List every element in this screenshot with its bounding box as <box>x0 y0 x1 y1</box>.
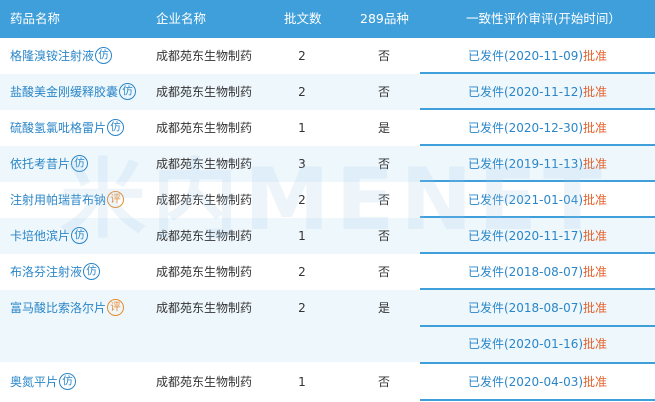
evaluation-status-link[interactable]: 已发件(2020-01-16)批准 <box>420 326 655 362</box>
variety-289-flag: 否 <box>377 265 390 279</box>
imitation-badge: 仿 <box>119 83 137 100</box>
company-name: 成都苑东生物制药 <box>156 301 253 315</box>
variety-289-flag: 否 <box>377 85 390 99</box>
drug-name-link[interactable]: 布洛芬注射液仿 <box>10 254 101 290</box>
column-header-evaluation: 一致性评价审评(开始时间） <box>466 11 621 26</box>
column-header-289: 289品种 <box>360 11 409 26</box>
company-name: 成都苑东生物制药 <box>156 85 253 99</box>
column-header-drug: 药品名称 <box>10 11 61 26</box>
company-name: 成都苑东生物制药 <box>156 193 253 207</box>
company-name: 成都苑东生物制药 <box>156 375 253 389</box>
batch-count: 2 <box>298 193 306 207</box>
variety-289-flag: 是 <box>377 301 390 315</box>
evaluation-status-link[interactable]: 已发件(2018-08-07)批准 <box>420 254 655 290</box>
batch-count: 1 <box>298 121 306 135</box>
evaluation-status-link[interactable]: 已发件(2020-12-30)批准 <box>420 110 655 146</box>
batch-count: 2 <box>298 301 306 315</box>
drug-name-link[interactable]: 卡培他滨片仿 <box>10 218 89 254</box>
table-row: 奥氮平片仿 成都苑东生物制药 1 否 已发件(2020-04-03)批准 <box>0 364 655 400</box>
table-row: 注射用帕瑞昔布钠评 成都苑东生物制药 2 否 已发件(2021-01-04)批准 <box>0 182 655 218</box>
batch-count: 2 <box>298 85 306 99</box>
evaluation-badge: 评 <box>107 191 125 208</box>
table-row: 布洛芬注射液仿 成都苑东生物制药 2 否 已发件(2018-08-07)批准 <box>0 254 655 290</box>
variety-289-flag: 否 <box>377 193 390 207</box>
company-name: 成都苑东生物制药 <box>156 157 253 171</box>
batch-count: 2 <box>298 49 306 63</box>
drug-name-link[interactable]: 注射用帕瑞昔布钠评 <box>10 182 125 218</box>
row-divider <box>420 325 655 327</box>
variety-289-flag: 否 <box>377 229 390 243</box>
imitation-badge: 仿 <box>59 373 77 390</box>
table-row: 硫酸氢氯吡格雷片仿 成都苑东生物制药 1 是 已发件(2020-12-30)批准 <box>0 110 655 146</box>
company-name: 成都苑东生物制药 <box>156 229 253 243</box>
variety-289-flag: 否 <box>377 157 390 171</box>
company-name: 成都苑东生物制药 <box>156 121 253 135</box>
imitation-badge: 仿 <box>107 119 125 136</box>
evaluation-status-link[interactable]: 已发件(2019-11-13)批准 <box>420 146 655 182</box>
table-row: 卡培他滨片仿 成都苑东生物制药 1 否 已发件(2020-11-17)批准 <box>0 218 655 254</box>
drug-name-link[interactable]: 富马酸比索洛尔片评 <box>10 290 125 326</box>
table-row: 依托考昔片仿 成都苑东生物制药 3 否 已发件(2019-11-13)批准 <box>0 146 655 182</box>
imitation-badge: 仿 <box>71 155 89 172</box>
row-divider <box>420 399 655 401</box>
drug-name-link[interactable]: 奥氮平片仿 <box>10 364 77 400</box>
company-name: 成都苑东生物制药 <box>156 49 253 63</box>
drug-name-link[interactable]: 依托考昔片仿 <box>10 146 89 182</box>
imitation-badge: 仿 <box>95 47 113 64</box>
table-header: 药品名称 企业名称 批文数 289品种 一致性评价审评(开始时间） <box>0 0 655 38</box>
variety-289-flag: 否 <box>377 49 390 63</box>
drug-name-link[interactable]: 盐酸美金刚缓释胶囊仿 <box>10 74 137 110</box>
column-header-company: 企业名称 <box>156 11 207 26</box>
batch-count: 3 <box>298 157 306 171</box>
table-row: 盐酸美金刚缓释胶囊仿 成都苑东生物制药 2 否 已发件(2020-11-12)批… <box>0 74 655 110</box>
batch-count: 1 <box>298 229 306 243</box>
evaluation-status-link[interactable]: 已发件(2018-08-07)批准 <box>420 290 655 326</box>
imitation-badge: 仿 <box>83 263 101 280</box>
batch-count: 2 <box>298 265 306 279</box>
table-row: 格隆溴铵注射液仿 成都苑东生物制药 2 否 已发件(2020-11-09)批准 <box>0 38 655 74</box>
column-header-batch: 批文数 <box>284 11 322 26</box>
company-name: 成都苑东生物制药 <box>156 265 253 279</box>
variety-289-flag: 是 <box>377 121 390 135</box>
drug-name-link[interactable]: 硫酸氢氯吡格雷片仿 <box>10 110 125 146</box>
evaluation-badge: 评 <box>107 299 125 316</box>
imitation-badge: 仿 <box>71 227 89 244</box>
evaluation-status-link[interactable]: 已发件(2020-04-03)批准 <box>420 364 655 400</box>
evaluation-status-link[interactable]: 已发件(2020-11-17)批准 <box>420 218 655 254</box>
evaluation-status-link[interactable]: 已发件(2021-01-04)批准 <box>420 182 655 218</box>
variety-289-flag: 否 <box>377 375 390 389</box>
evaluation-status-link[interactable]: 已发件(2020-11-09)批准 <box>420 38 655 74</box>
batch-count: 1 <box>298 375 306 389</box>
drug-name-link[interactable]: 格隆溴铵注射液仿 <box>10 38 113 74</box>
evaluation-status-link[interactable]: 已发件(2020-11-12)批准 <box>420 74 655 110</box>
